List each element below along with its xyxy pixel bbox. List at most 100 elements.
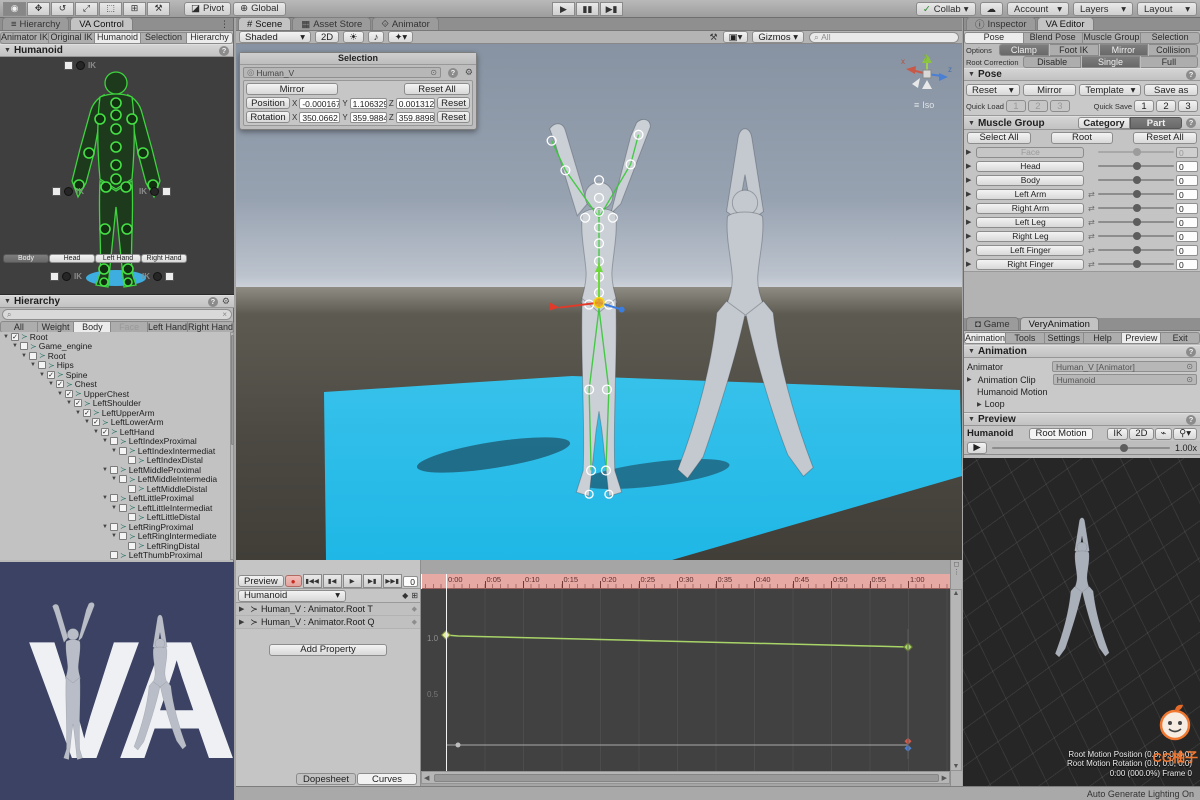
timeline-v-scrollbar[interactable]: ▲ ▼: [950, 589, 962, 771]
foldout-icon[interactable]: ▶: [239, 618, 244, 626]
foldout-icon[interactable]: ▶: [966, 190, 971, 198]
add-keyframe-icon[interactable]: ◆: [402, 591, 408, 600]
subtab-hierarchy[interactable]: Hierarchy: [187, 31, 234, 44]
foldout-icon[interactable]: ▼: [111, 448, 119, 454]
avatar-dropdown[interactable]: ⚲ ▾: [1173, 427, 1197, 440]
va-menu-exit[interactable]: Exit: [1161, 332, 1200, 344]
more-icon[interactable]: ⋮: [220, 19, 229, 30]
foldout-icon[interactable]: ▼: [111, 533, 119, 539]
option-foot-ik[interactable]: Foot IK: [1049, 44, 1099, 56]
custom-tool[interactable]: ⚒: [147, 1, 170, 16]
camera-dropdown[interactable]: ▣ ▾: [722, 31, 749, 43]
quick-save-slot-2[interactable]: 2: [1156, 100, 1176, 112]
preview-ik-toggle[interactable]: IK: [1107, 427, 1129, 440]
tab-inspector[interactable]: ⓘ Inspector: [966, 17, 1036, 31]
2d-toggle[interactable]: 2D: [315, 31, 340, 43]
gizmo-menu-icon[interactable]: ≡: [914, 100, 919, 110]
tree-row[interactable]: ▼ ✓ ≻ Root: [0, 332, 230, 342]
bottom-tab-dopesheet[interactable]: Dopesheet: [296, 773, 356, 785]
muscle-slider-head[interactable]: [1098, 162, 1174, 170]
selected-character[interactable]: [520, 115, 678, 510]
help-icon[interactable]: ?: [219, 45, 229, 56]
skeleton-icon[interactable]: ⌁: [1154, 427, 1173, 440]
bone-checkbox[interactable]: ✓: [74, 399, 82, 408]
part-button-body[interactable]: Body: [3, 254, 49, 263]
bone-checkbox[interactable]: [119, 446, 127, 455]
category-toggle[interactable]: Category: [1078, 117, 1130, 129]
right-foot-ik-toggle[interactable]: IK: [142, 272, 174, 281]
slider-thumb[interactable]: [1133, 218, 1142, 226]
tree-row[interactable]: ▼ ≻ Game_engine: [0, 341, 230, 351]
bone-checkbox[interactable]: [29, 351, 37, 360]
subtab-original-ik[interactable]: Original IK: [49, 31, 96, 44]
quick-save-slot-1[interactable]: 1: [1134, 100, 1154, 112]
tree-row[interactable]: ▼ ≻ LeftLittleProximal: [0, 493, 230, 503]
bone-checkbox[interactable]: [110, 465, 118, 474]
mirror-icon[interactable]: ⇄: [1086, 218, 1096, 227]
bone-checkbox[interactable]: [20, 342, 28, 351]
root-correction-disable[interactable]: Disable: [1023, 56, 1082, 68]
va-menu-animation[interactable]: Animation: [964, 332, 1007, 344]
hierarchy-panel-header[interactable]: ▼ Hierarchy ? ⚙: [0, 295, 234, 308]
muscle-button-head[interactable]: Head: [976, 160, 1085, 172]
preview-2d-toggle[interactable]: 2D: [1129, 427, 1154, 440]
foldout-icon[interactable]: ▶: [966, 218, 971, 226]
va-preview-header[interactable]: ▼ Preview ?: [964, 413, 1200, 426]
rect-tool[interactable]: ⬚: [99, 1, 122, 16]
muscle-value-left-finger[interactable]: 0: [1176, 244, 1198, 256]
object-picker-icon[interactable]: ⊙: [1186, 362, 1193, 371]
subtab-selection[interactable]: Selection: [141, 31, 188, 44]
transform-tool[interactable]: ⊞: [123, 1, 146, 16]
bone-checkbox[interactable]: [128, 484, 136, 493]
subtab-animator-ik[interactable]: Animator IK: [0, 31, 50, 44]
foldout-icon[interactable]: ▼: [48, 381, 56, 387]
slider-thumb[interactable]: [1133, 204, 1142, 212]
bone-checkbox[interactable]: [110, 551, 118, 560]
pose-section-header[interactable]: ▼ Pose ?: [964, 68, 1200, 81]
step-button[interactable]: ▶▮: [600, 2, 623, 16]
va-menu-settings[interactable]: Settings: [1044, 332, 1084, 344]
muscle-slider-left-finger[interactable]: [1098, 246, 1174, 254]
bone-checkbox[interactable]: [110, 437, 118, 446]
tree-row[interactable]: ▼ ✓ ≻ UpperChest: [0, 389, 230, 399]
scene-orientation-gizmo[interactable]: y x z: [898, 50, 956, 102]
gear-icon[interactable]: ⚙: [222, 296, 230, 307]
bone-checkbox[interactable]: [38, 361, 46, 370]
tree-row[interactable]: ▼ ≻ LeftIndexIntermediat: [0, 446, 230, 456]
play-anim-button[interactable]: ▶: [342, 574, 362, 588]
view-tool[interactable]: ◉: [3, 1, 26, 16]
root-correction-full[interactable]: Full: [1140, 56, 1198, 68]
add-event-icon[interactable]: ⊞: [411, 591, 418, 600]
preview-speed-slider[interactable]: [992, 443, 1170, 452]
cloud-button[interactable]: ☁: [979, 2, 1003, 16]
muscle-value-left-arm[interactable]: 0: [1176, 188, 1198, 200]
mode-selection[interactable]: Selection: [1141, 31, 1200, 44]
bone-checkbox[interactable]: ✓: [92, 418, 100, 427]
global-button[interactable]: ⊕ Global: [233, 1, 286, 16]
clip-object-field[interactable]: Humanoid ⊙: [1052, 374, 1197, 385]
pose-mirror-button[interactable]: Mirror: [1022, 84, 1077, 96]
tree-row[interactable]: ▼ ≻ Hips: [0, 360, 230, 370]
left-hand-ik-toggle[interactable]: IK: [52, 187, 84, 196]
slider-thumb[interactable]: [1133, 148, 1142, 156]
bone-checkbox[interactable]: ✓: [11, 332, 19, 341]
tree-row[interactable]: ▼ ✓ ≻ LeftShoulder: [0, 398, 230, 408]
pose-reset-dropdown[interactable]: Reset ▾: [966, 84, 1020, 96]
scene-view[interactable]: Selection ◎ Human_V ⊙ ? ⚙ Mirror Reset A…: [236, 44, 962, 560]
muscle-value-body[interactable]: 0: [1176, 174, 1198, 186]
foldout-icon[interactable]: ▶: [966, 204, 971, 212]
muscle-button-body[interactable]: Body: [976, 174, 1085, 186]
help-icon[interactable]: ?: [207, 296, 218, 307]
muscle-value-right-arm[interactable]: 0: [1176, 202, 1198, 214]
position-y-field[interactable]: 1.106329: [349, 97, 387, 109]
help-icon[interactable]: ?: [1186, 346, 1196, 357]
foldout-icon[interactable]: ▼: [102, 524, 110, 530]
muscle-value-right-leg[interactable]: 0: [1176, 230, 1198, 242]
foldout-icon[interactable]: ▼: [66, 400, 74, 406]
pose-save-as-button[interactable]: Save as: [1144, 84, 1199, 96]
tab-veryanimation[interactable]: VeryAnimation: [1019, 317, 1099, 330]
keyframe-diamond-icon[interactable]: ◆: [412, 605, 417, 613]
mirror-button[interactable]: Mirror: [246, 83, 338, 95]
frame-field[interactable]: 0: [402, 575, 418, 587]
mirror-icon[interactable]: ⇄: [1086, 260, 1096, 269]
